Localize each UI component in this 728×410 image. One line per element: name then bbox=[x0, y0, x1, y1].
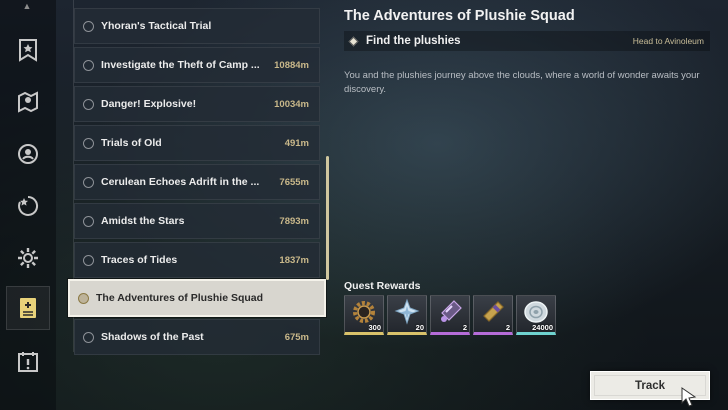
quest-distance: 675m bbox=[284, 331, 309, 343]
quest-distance: 10034m bbox=[274, 98, 309, 110]
quest-name: Danger! Explosive! bbox=[101, 98, 197, 110]
shell-coin-icon bbox=[524, 301, 548, 323]
reward-quantity: 2 bbox=[462, 323, 467, 332]
banner-quest-icon[interactable] bbox=[14, 36, 42, 64]
gear-ring-icon bbox=[353, 301, 375, 323]
quest-name: Investigate the Theft of Camp ... bbox=[101, 59, 260, 71]
objective-diamond-icon bbox=[348, 36, 359, 46]
quest-status-icon bbox=[83, 176, 94, 188]
quest-item[interactable]: Trials of Old 491m bbox=[74, 125, 320, 161]
quest-status-icon bbox=[83, 215, 94, 227]
quest-name: The Adventures of Plushie Squad bbox=[96, 292, 264, 304]
reward-quantity: 24000 bbox=[532, 323, 553, 332]
objective-text: Find the plushies bbox=[366, 35, 461, 47]
quest-item[interactable]: Investigate the Theft of Camp ... 10884m bbox=[74, 47, 320, 83]
reward-quantity: 20 bbox=[415, 323, 424, 332]
capsule-icon bbox=[483, 301, 504, 322]
quest-item-selected[interactable]: The Adventures of Plushie Squad bbox=[68, 279, 326, 317]
crystal-star-icon bbox=[394, 298, 420, 325]
gear-icon[interactable] bbox=[14, 244, 42, 272]
quest-name: Yhoran's Tactical Trial bbox=[101, 20, 212, 32]
calendar-alert-icon[interactable] bbox=[14, 348, 42, 376]
star-swirl-icon[interactable] bbox=[14, 192, 42, 220]
quest-list: Yhoran's Tactical Trial Investigate the … bbox=[66, 0, 328, 355]
quest-item[interactable]: Danger! Explosive! 10034m bbox=[74, 86, 320, 122]
quest-book-icon[interactable] bbox=[6, 286, 50, 330]
quest-status-icon bbox=[83, 331, 94, 343]
quest-item[interactable]: Amidst the Stars 7893m bbox=[74, 203, 320, 239]
reward-item[interactable]: 2 bbox=[430, 295, 470, 335]
quest-name: Traces of Tides bbox=[101, 254, 178, 266]
nav-rail: ▲ bbox=[0, 0, 56, 410]
quest-distance: 7893m bbox=[279, 215, 309, 227]
quest-distance: 1837m bbox=[279, 254, 309, 266]
mouse-cursor-icon bbox=[681, 387, 697, 407]
quest-item[interactable]: Shadows of the Past 675m bbox=[74, 319, 320, 355]
quest-distance: 10884m bbox=[274, 59, 309, 71]
reward-item[interactable]: 20 bbox=[387, 295, 427, 335]
quest-distance: 491m bbox=[284, 137, 309, 149]
quest-name: Cerulean Echoes Adrift in the ... bbox=[101, 176, 260, 188]
quest-objective: Find the plushies Head to Avinoleum bbox=[344, 31, 710, 51]
quest-distance: 7655m bbox=[279, 176, 309, 188]
quest-name: Trials of Old bbox=[101, 137, 162, 149]
reward-item[interactable]: 24000 bbox=[516, 295, 556, 335]
quest-status-icon bbox=[83, 137, 94, 149]
map-marker-icon[interactable] bbox=[14, 88, 42, 116]
reward-item[interactable]: 2 bbox=[473, 295, 513, 335]
scroll-up-icon[interactable]: ▲ bbox=[22, 2, 32, 11]
quest-status-icon bbox=[83, 98, 94, 110]
vial-icon bbox=[441, 300, 462, 322]
quest-item[interactable]: Cerulean Echoes Adrift in the ... 7655m bbox=[74, 164, 320, 200]
quest-title: The Adventures of Plushie Squad bbox=[344, 8, 575, 24]
quest-status-icon bbox=[83, 20, 94, 32]
quest-list-scrollbar[interactable] bbox=[326, 156, 329, 280]
reward-quantity: 300 bbox=[368, 323, 381, 332]
quest-status-icon bbox=[83, 59, 94, 71]
quest-name: Shadows of the Past bbox=[101, 331, 204, 343]
reward-quantity: 2 bbox=[505, 323, 510, 332]
rewards-title: Quest Rewards bbox=[344, 280, 421, 292]
objective-hint: Head to Avinoleum bbox=[632, 36, 704, 46]
quest-item[interactable]: Yhoran's Tactical Trial bbox=[74, 8, 320, 44]
quest-name: Amidst the Stars bbox=[101, 215, 185, 227]
quest-item[interactable]: Traces of Tides 1837m bbox=[74, 242, 320, 278]
compass-icon[interactable] bbox=[14, 140, 42, 168]
reward-item[interactable]: 300 bbox=[344, 295, 384, 335]
quest-status-icon bbox=[78, 292, 89, 304]
quest-status-icon bbox=[83, 254, 94, 266]
quest-description: You and the plushies journey above the c… bbox=[344, 70, 700, 95]
